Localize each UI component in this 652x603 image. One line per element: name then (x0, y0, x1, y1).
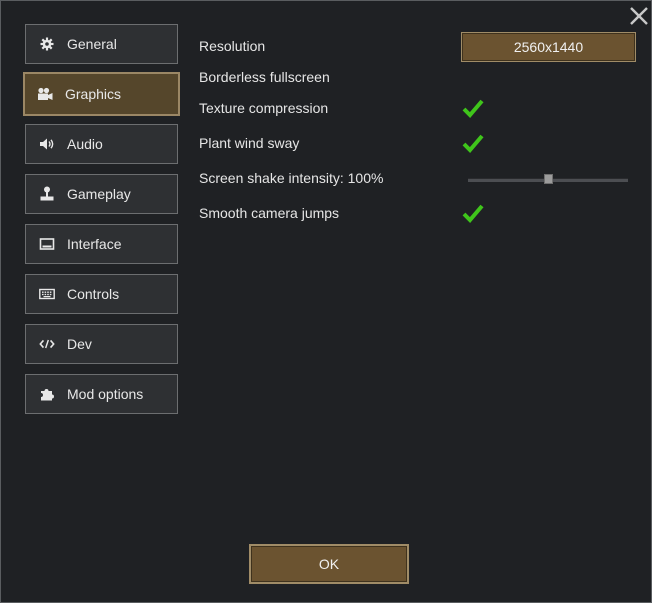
texture-compression-checkbox[interactable] (461, 98, 485, 120)
ok-button[interactable]: OK (249, 544, 409, 584)
screen-shake-slider[interactable] (468, 173, 628, 187)
nav-graphics[interactable]: Graphics (23, 72, 180, 116)
smooth-camera-jumps-checkbox[interactable] (461, 203, 485, 225)
checkmark-icon (462, 134, 484, 153)
screen-shake-label: Screen shake intensity: 100% (199, 170, 384, 186)
nav-label: Interface (67, 236, 122, 252)
nav-label: Dev (67, 336, 92, 352)
code-icon (39, 336, 55, 352)
slider-handle[interactable] (544, 174, 553, 184)
nav-dev[interactable]: Dev (25, 324, 178, 364)
gear-icon (39, 36, 55, 52)
nav-general[interactable]: General (25, 24, 178, 64)
borderless-fullscreen-label: Borderless fullscreen (199, 69, 330, 85)
nav-label: General (67, 36, 117, 52)
plant-wind-sway-checkbox[interactable] (461, 133, 485, 155)
nav-label: Controls (67, 286, 120, 302)
speaker-icon (39, 136, 55, 152)
resolution-dropdown[interactable]: 2560x1440 (461, 32, 636, 62)
monitor-icon (39, 236, 55, 252)
nav-interface[interactable]: Interface (25, 224, 178, 264)
checkmark-icon (462, 204, 484, 223)
nav-gameplay[interactable]: Gameplay (25, 174, 178, 214)
nav-controls[interactable]: Controls (25, 274, 178, 314)
nav-mod-options[interactable]: Mod options (25, 374, 178, 414)
camera-icon (37, 86, 53, 102)
ok-label: OK (318, 556, 340, 572)
options-dialog: General Graphics Audio Gameplay Interfac… (0, 0, 652, 603)
nav-audio[interactable]: Audio (25, 124, 178, 164)
keyboard-icon (39, 286, 55, 302)
joystick-icon (39, 186, 55, 202)
smooth-camera-jumps-label: Smooth camera jumps (199, 205, 340, 221)
close-button[interactable] (625, 3, 651, 29)
plant-wind-sway-label: Plant wind sway (199, 135, 300, 151)
close-icon (630, 7, 648, 25)
checkmark-icon (462, 99, 484, 118)
nav-label: Graphics (65, 86, 122, 102)
resolution-value: 2560x1440 (513, 39, 584, 55)
nav-label: Mod options (67, 386, 144, 402)
resolution-label: Resolution (199, 38, 266, 54)
texture-compression-label: Texture compression (199, 100, 329, 116)
nav-label: Audio (67, 136, 103, 152)
nav-label: Gameplay (67, 186, 131, 202)
puzzle-icon (39, 386, 55, 402)
